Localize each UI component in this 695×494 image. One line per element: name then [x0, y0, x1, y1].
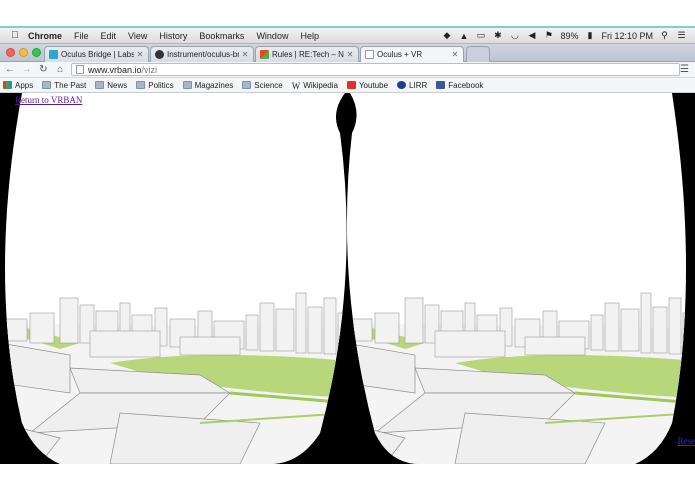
status-area: ◆ ▲ ▭ ✱ ◡ ◀ ⚑ 89% ▮ Fri 12:10 PM ⚲ ☰: [441, 30, 695, 41]
instrument-favicon-icon: [49, 50, 58, 59]
tab-label: Rules | RE:Tech – NYC Rea: [272, 50, 344, 59]
menu-window[interactable]: Window: [250, 31, 294, 41]
vr-canvas[interactable]: [0, 93, 695, 464]
bookmark-youtube[interactable]: Youtube: [346, 80, 389, 90]
tab-label: Oculus + VR: [377, 50, 423, 59]
right-eye-view: [346, 93, 686, 464]
menu-bookmarks[interactable]: Bookmarks: [193, 31, 250, 41]
wifi-icon[interactable]: ◡: [509, 30, 520, 41]
chrome-menu-icon[interactable]: ☰: [680, 64, 689, 75]
browser-toolbar: ← → ↻ ⌂ www.vrban.io/vizi ☰: [0, 62, 695, 78]
bookmark-label: Youtube: [358, 80, 389, 90]
bookmark-label: Politics: [148, 80, 174, 90]
bookmark-lirr[interactable]: LIRR: [397, 81, 427, 90]
tab-label: Instrument/oculus-bridge: [167, 50, 239, 59]
clock[interactable]: Fri 12:10 PM: [601, 31, 653, 41]
left-eye-view: [5, 93, 347, 464]
notification-center-icon[interactable]: ☰: [676, 30, 687, 41]
page-bottom: [0, 464, 695, 494]
bookmark-science[interactable]: Science: [242, 80, 283, 90]
menu-app-name[interactable]: Chrome: [22, 31, 68, 41]
bookmark-apps[interactable]: Apps: [3, 81, 33, 90]
return-to-vrban-link[interactable]: Return to VRBAN: [15, 95, 82, 105]
bookmarks-bar: Apps The Past News Politics Magazines Sc…: [0, 78, 695, 93]
tab-retech-rules[interactable]: Rules | RE:Tech – NYC Rea ✕: [255, 46, 359, 62]
menu-view[interactable]: View: [122, 31, 153, 41]
mac-menu-bar:  Chrome File Edit View History Bookmark…: [0, 28, 695, 44]
bookmark-label: Magazines: [194, 80, 234, 90]
url-path: /vizi: [141, 64, 158, 75]
battery-percent[interactable]: 89%: [560, 31, 578, 41]
bookmark-label: News: [107, 80, 128, 90]
bookmark-magazines[interactable]: Magazines: [182, 80, 234, 90]
tab-close-icon[interactable]: ✕: [241, 50, 249, 59]
bookmark-politics[interactable]: Politics: [136, 80, 174, 90]
facebook-icon: [436, 81, 446, 89]
apps-grid-icon: [3, 81, 12, 89]
forward-arrow-icon[interactable]: →: [20, 63, 34, 77]
bookmark-label: Apps: [15, 80, 34, 90]
bookmark-label: Facebook: [448, 80, 484, 90]
reload-icon[interactable]: ↻: [37, 63, 51, 77]
bookmark-news[interactable]: News: [95, 81, 127, 90]
zoom-window-button[interactable]: [32, 48, 41, 57]
folder-icon: [95, 81, 105, 89]
bookmark-label: Science: [254, 80, 283, 90]
menu-file[interactable]: File: [68, 31, 95, 41]
retech-favicon-icon: [260, 50, 269, 59]
tab-close-icon[interactable]: ✕: [136, 50, 144, 59]
new-tab-button[interactable]: [466, 46, 490, 62]
tab-close-icon[interactable]: ✕: [451, 50, 459, 59]
lirr-icon: [397, 81, 407, 89]
address-bar[interactable]: www.vrban.io/vizi: [71, 63, 681, 76]
page-icon: [76, 65, 84, 74]
spotlight-search-icon[interactable]: ⚲: [659, 30, 670, 41]
window-controls: [6, 48, 41, 57]
tab-oculus-vr[interactable]: Oculus + VR ✕: [360, 46, 464, 62]
tab-github[interactable]: Instrument/oculus-bridge ✕: [150, 46, 254, 62]
bookmark-label: Wikipedia: [303, 80, 338, 90]
folder-icon: [136, 81, 146, 89]
apple-icon[interactable]: : [8, 30, 22, 41]
bookmark-wikipedia[interactable]: W Wikipedia: [291, 80, 338, 92]
bookmark-the-past[interactable]: The Past: [42, 81, 86, 90]
back-arrow-icon[interactable]: ←: [3, 63, 17, 77]
flag-icon[interactable]: ⚑: [543, 30, 554, 41]
folder-icon: [242, 81, 252, 89]
menu-help[interactable]: Help: [294, 31, 325, 41]
stereo-view[interactable]: [0, 93, 695, 464]
tab-strip: Oculus Bridge | Labs | Inst ✕ Instrument…: [0, 44, 695, 62]
dropbox-icon[interactable]: ◆: [441, 30, 452, 41]
battery-icon[interactable]: ▮: [584, 30, 595, 41]
page-favicon-icon: [365, 50, 374, 59]
tab-oculus-bridge[interactable]: Oculus Bridge | Labs | Inst ✕: [44, 46, 149, 62]
minimize-window-button[interactable]: [19, 48, 28, 57]
screen-top: [0, 0, 695, 28]
close-window-button[interactable]: [6, 48, 15, 57]
wikipedia-icon: W: [291, 81, 301, 91]
menu-edit[interactable]: Edit: [95, 31, 123, 41]
bookmark-facebook[interactable]: Facebook: [436, 81, 483, 90]
bluetooth-icon[interactable]: ✱: [492, 30, 503, 41]
folder-icon: [182, 81, 192, 89]
url-host: www.vrban.io: [88, 64, 142, 75]
bookmark-label: The Past: [54, 80, 87, 90]
home-icon[interactable]: ⌂: [53, 63, 67, 77]
airplay-icon[interactable]: ▭: [475, 30, 486, 41]
volume-icon[interactable]: ◀: [526, 30, 537, 41]
youtube-icon: [346, 81, 356, 89]
bookmark-label: LIRR: [409, 80, 428, 90]
tab-close-icon[interactable]: ✕: [346, 50, 354, 59]
menu-history[interactable]: History: [153, 31, 193, 41]
reset-link[interactable]: Rese: [678, 436, 695, 446]
notification-bell-icon[interactable]: ▲: [458, 30, 469, 41]
folder-icon: [42, 81, 52, 89]
tab-label: Oculus Bridge | Labs | Inst: [61, 50, 134, 59]
github-icon: [155, 50, 164, 59]
